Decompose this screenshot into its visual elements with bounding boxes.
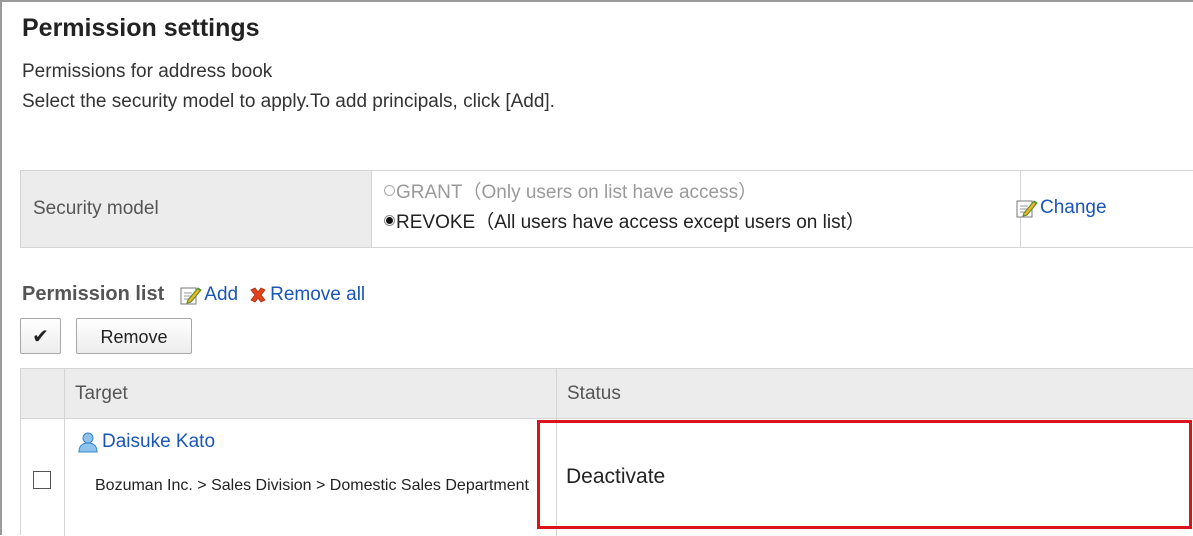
permission-list-title: Permission list xyxy=(22,283,165,305)
radio-grant[interactable] xyxy=(384,185,395,196)
user-link[interactable]: Daisuke Kato xyxy=(77,431,215,453)
row-checkbox[interactable] xyxy=(33,471,51,489)
table-row-checkbox-cell xyxy=(21,419,65,536)
page-title: Permission settings xyxy=(22,14,260,42)
remove-button[interactable]: Remove xyxy=(76,318,192,354)
user-name: Daisuke Kato xyxy=(102,431,216,452)
edit-icon xyxy=(1016,198,1038,218)
radio-revoke[interactable] xyxy=(384,215,395,226)
column-header-target: Target xyxy=(65,369,557,419)
page-instructions: Select the security model to apply.To ad… xyxy=(22,91,555,112)
security-model-label: Security model xyxy=(21,171,372,247)
radio-grant-option[interactable]: GRANT（Only users on list have access） xyxy=(384,177,757,204)
check-all-button[interactable]: ✔ xyxy=(20,318,61,354)
change-label: Change xyxy=(1040,197,1107,218)
column-header-checkbox xyxy=(21,369,65,419)
permission-list-header: Permission list Add Remove all xyxy=(22,283,365,306)
remove-all-label: Remove all xyxy=(270,283,366,305)
column-header-status: Status xyxy=(557,369,1193,419)
table-row-target-cell: Daisuke Kato Bozuman Inc. > Sales Divisi… xyxy=(65,419,557,536)
security-model-options: GRANT（Only users on list have access） RE… xyxy=(372,171,1021,247)
status-value: Deactivate xyxy=(566,465,666,488)
user-organization-path: Bozuman Inc. > Sales Division > Domestic… xyxy=(95,477,529,494)
change-security-model-link[interactable]: Change xyxy=(1016,197,1107,219)
page-subtitle: Permissions for address book xyxy=(22,61,273,82)
remove-icon xyxy=(248,285,268,305)
add-label: Add xyxy=(204,283,239,305)
radio-grant-label: GRANT（Only users on list have access） xyxy=(396,182,758,203)
security-model-table: Security model GRANT（Only users on list … xyxy=(20,170,1193,248)
user-icon xyxy=(77,431,99,453)
radio-revoke-option[interactable]: REVOKE（All users have access except user… xyxy=(384,207,865,234)
radio-revoke-label: REVOKE（All users have access except user… xyxy=(396,212,865,233)
add-link[interactable]: Add xyxy=(180,284,238,306)
remove-all-link[interactable]: Remove all xyxy=(248,284,365,306)
edit-icon xyxy=(180,285,203,305)
